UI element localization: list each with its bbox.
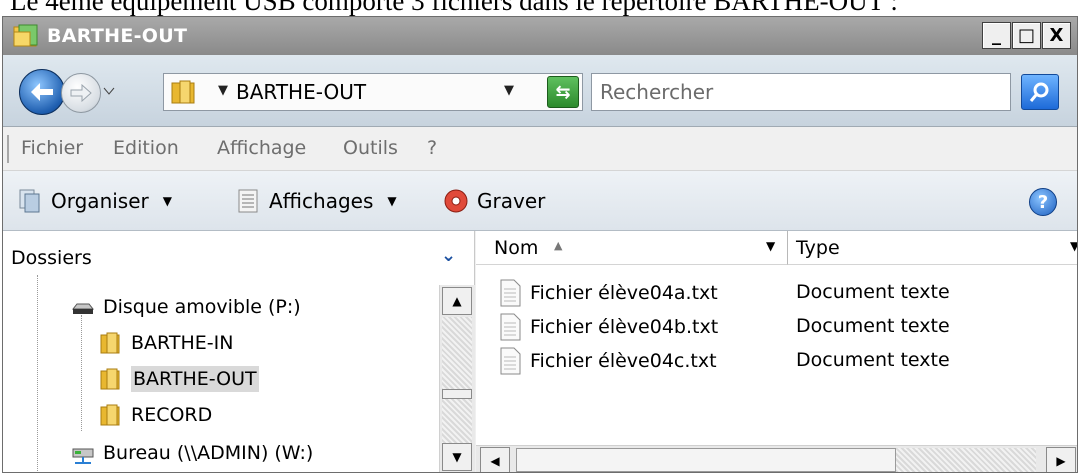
organise-icon	[19, 189, 40, 213]
search-box	[591, 73, 1011, 111]
burn-label: Graver	[477, 189, 546, 213]
chevron-down-icon	[103, 87, 115, 95]
title-bar[interactable]: BARTHE-OUT _ □ X	[3, 17, 1077, 55]
file-type: Document texte	[796, 315, 950, 337]
chevron-down-icon: ▼	[387, 194, 397, 208]
column-header-type[interactable]: Type ▼	[788, 231, 1077, 265]
tree-item-network-drive[interactable]: Bureau (\\ADMIN) (W:)	[71, 437, 313, 469]
sort-ascending-icon: ▲	[554, 239, 563, 252]
tree-line	[81, 315, 82, 431]
scroll-down-button[interactable]: ▼	[442, 443, 472, 471]
tree-item-label: RECORD	[131, 404, 213, 426]
tree-item-removable-drive[interactable]: Disque amovible (P:)	[71, 291, 301, 323]
forward-button[interactable]	[61, 73, 101, 113]
file-row[interactable]: Fichier élève04b.txt	[498, 311, 718, 343]
file-type: Document texte	[796, 281, 950, 303]
search-input[interactable]	[600, 78, 1000, 106]
breadcrumb-segment[interactable]: BARTHE-OUT	[236, 80, 366, 104]
menu-bar: Fichier Edition Affichage Outils ?	[3, 127, 1077, 171]
search-button[interactable]	[1021, 74, 1059, 110]
scroll-track[interactable]	[442, 317, 472, 447]
address-dropdown-icon[interactable]: ▼	[504, 83, 514, 98]
menu-help[interactable]: ?	[427, 137, 437, 159]
tree-item-record[interactable]: RECORD	[99, 399, 212, 431]
folder-icon	[171, 80, 195, 104]
folder-icon	[100, 368, 120, 390]
tree-item-label: Disque amovible (P:)	[103, 296, 301, 318]
column-filter-dropdown-icon[interactable]: ▼	[766, 239, 775, 253]
window-controls: _ □ X	[981, 22, 1071, 49]
help-button[interactable]: ?	[1029, 188, 1057, 216]
folder-icon	[100, 404, 120, 426]
close-button[interactable]: X	[1042, 22, 1071, 49]
views-button[interactable]: Affichages ▼	[235, 186, 397, 216]
collapse-chevron-icon[interactable]: ⌄	[441, 245, 456, 266]
scroll-up-button[interactable]: ▲	[442, 287, 472, 315]
tree-item-label: BARTHE-IN	[131, 332, 234, 354]
tree-line	[37, 275, 38, 472]
organise-label: Organiser	[51, 189, 149, 213]
network-drive-icon	[72, 448, 94, 464]
tree-item-barthe-out[interactable]: BARTHE-OUT	[99, 363, 259, 395]
chevron-down-icon: ▼	[162, 194, 172, 208]
explorer-window: BARTHE-OUT _ □ X ▼ BARTHE-OUT ▼ ⇆ Recher…	[2, 16, 1078, 473]
refresh-icon: ⇆	[555, 81, 571, 103]
menu-view[interactable]: Affichage	[217, 137, 306, 159]
minimize-button[interactable]: _	[982, 22, 1011, 49]
window-title: BARTHE-OUT	[47, 25, 188, 47]
column-label: Nom	[494, 237, 539, 259]
column-label: Type	[796, 237, 840, 259]
scroll-right-button[interactable]: ▶	[1046, 447, 1076, 472]
address-bar: ▼ BARTHE-OUT ▼ ⇆	[3, 55, 1077, 127]
file-row[interactable]: Fichier élève04c.txt	[498, 345, 717, 377]
document-caption: Le 4ème équipement USB comporte 3 fichie…	[10, 0, 898, 16]
file-name: Fichier élève04a.txt	[530, 282, 718, 304]
burn-button[interactable]: Graver	[443, 186, 545, 216]
back-button[interactable]	[19, 69, 65, 115]
text-file-icon	[500, 313, 521, 341]
tree-item-label: BARTHE-OUT	[131, 366, 259, 392]
folder-icon	[100, 332, 120, 354]
refresh-button[interactable]: ⇆	[547, 76, 579, 108]
scroll-thumb[interactable]	[442, 389, 472, 399]
scroll-left-button[interactable]: ◀	[480, 447, 510, 472]
tree-item-barthe-in[interactable]: BARTHE-IN	[99, 327, 233, 359]
column-filter-dropdown-icon[interactable]: ▼	[1070, 239, 1077, 253]
file-list-horizontal-scrollbar[interactable]: ◀ ▶	[476, 445, 1077, 472]
file-row[interactable]: Fichier élève04a.txt	[498, 277, 718, 309]
menu-grip	[7, 135, 9, 163]
tree-item-label: Bureau (\\ADMIN) (W:)	[103, 442, 314, 464]
scroll-thumb[interactable]	[516, 448, 896, 472]
maximize-button[interactable]: □	[1012, 22, 1041, 49]
file-name: Fichier élève04b.txt	[530, 316, 719, 338]
text-file-icon	[500, 279, 521, 307]
recent-pages-dropdown[interactable]	[103, 85, 115, 98]
breadcrumb-chevron-icon[interactable]: ▼	[218, 83, 228, 98]
file-type: Document texte	[796, 349, 950, 371]
organise-button[interactable]: Organiser ▼	[17, 186, 172, 216]
arrow-right-icon	[70, 84, 92, 102]
folders-vertical-scrollbar[interactable]: ▲ ▼	[439, 285, 475, 472]
file-list-pane: Nom ▲ ▼ Type ▼ Fichier élève04a.txt Docu…	[476, 231, 1077, 472]
menu-tools[interactable]: Outils	[343, 137, 398, 159]
folders-pane: Dossiers ⌄ Disque amovible (P:) BARTHE-I…	[3, 231, 475, 472]
menu-edit[interactable]: Edition	[113, 137, 179, 159]
text-file-icon	[500, 347, 521, 375]
command-toolbar: Organiser ▼ Affichages ▼ Graver ?	[3, 171, 1077, 231]
file-name: Fichier élève04c.txt	[530, 350, 717, 372]
column-header-name[interactable]: Nom ▲ ▼	[476, 231, 788, 265]
address-path[interactable]: ▼ BARTHE-OUT ▼	[163, 73, 583, 111]
search-icon	[1029, 82, 1049, 102]
burn-disc-icon	[444, 189, 468, 213]
scroll-track[interactable]	[896, 448, 1036, 472]
folders-header[interactable]: Dossiers	[11, 247, 92, 269]
arrow-left-icon	[31, 83, 53, 101]
menu-file[interactable]: Fichier	[21, 137, 83, 159]
views-label: Affichages	[269, 189, 374, 213]
removable-drive-icon	[71, 303, 95, 314]
views-icon	[238, 189, 258, 213]
folder-icon	[13, 24, 38, 47]
